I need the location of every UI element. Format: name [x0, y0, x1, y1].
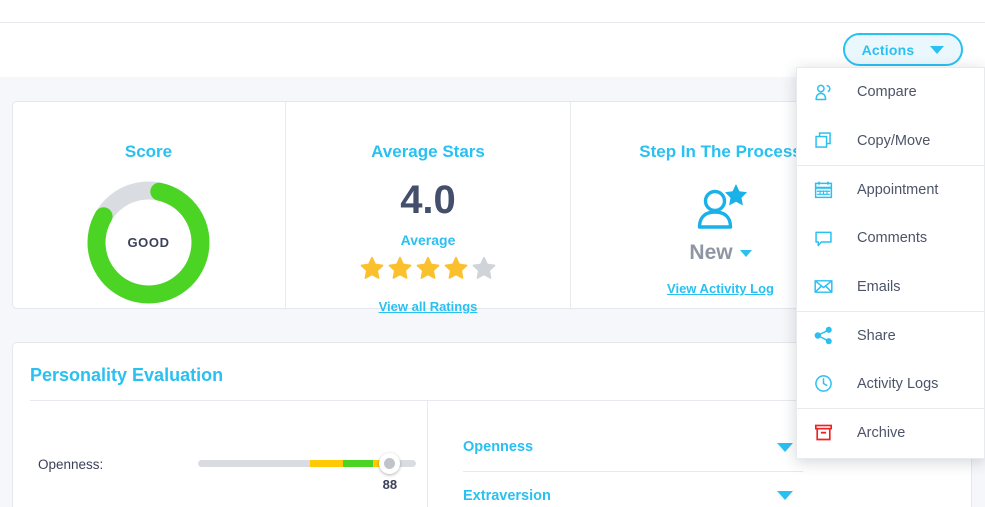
star-filled-icon [444, 256, 468, 279]
slider-label-openness: Openness: [38, 456, 104, 472]
score-value-label: GOOD [127, 235, 170, 250]
archive-box-icon [813, 421, 843, 445]
slider-thumb[interactable] [379, 453, 401, 474]
share-icon [813, 324, 843, 348]
slider-zone-yellow-low [310, 460, 343, 467]
top-divider-strip [0, 0, 985, 23]
actions-button[interactable]: Actions [843, 33, 963, 66]
slider-zone-green [343, 460, 373, 467]
compare-users-icon [813, 80, 843, 104]
comment-icon [813, 226, 843, 250]
menu-item-emails[interactable]: Emails [797, 262, 984, 311]
step-status-dropdown[interactable]: New [689, 241, 752, 265]
slider-row-openness: Openness: 88 [38, 449, 416, 492]
personality-evaluation-title: Personality Evaluation [30, 365, 224, 385]
menu-item-compare[interactable]: Compare [797, 68, 984, 117]
menu-item-label: Appointment [857, 181, 939, 198]
actions-button-label: Actions [861, 41, 915, 58]
triangle-down-icon [930, 45, 945, 54]
triangle-down-icon [739, 249, 752, 257]
menu-item-activity-logs[interactable]: Activity Logs [797, 359, 984, 409]
actions-dropdown-menu[interactable]: Compare Copy/Move Appointment Comments E… [796, 67, 985, 459]
star-empty-icon [472, 256, 496, 279]
star-filled-icon [388, 256, 412, 279]
calendar-icon [813, 178, 843, 202]
menu-item-label: Compare [857, 84, 917, 101]
divider [427, 401, 428, 507]
average-stars-value: 4.0 [400, 178, 456, 222]
menu-item-label: Emails [857, 278, 901, 295]
score-title: Score [124, 142, 173, 161]
chevron-down-icon [777, 442, 793, 452]
menu-item-label: Share [857, 327, 896, 344]
view-activity-log-link[interactable]: View Activity Log [667, 281, 774, 296]
score-donut: GOOD [81, 175, 216, 310]
menu-item-label: Copy/Move [857, 132, 931, 149]
view-all-ratings-link[interactable]: View all Ratings [379, 299, 478, 314]
copy-icon [813, 129, 843, 153]
score-column: Score GOOD [13, 102, 284, 310]
accordion-item-extraversion[interactable]: Extraversion [463, 471, 803, 507]
menu-item-copy-move[interactable]: Copy/Move [797, 116, 984, 166]
menu-item-label: Activity Logs [857, 375, 939, 392]
menu-item-label: Comments [857, 230, 928, 247]
accordion-label: Extraversion [463, 487, 551, 504]
menu-item-appointment[interactable]: Appointment [797, 165, 984, 214]
menu-item-comments[interactable]: Comments [797, 213, 984, 263]
step-status-label: New [689, 241, 733, 264]
envelope-icon [813, 275, 843, 299]
chevron-down-icon [777, 491, 793, 500]
menu-item-share[interactable]: Share [797, 310, 984, 360]
menu-item-label: Archive [857, 424, 906, 441]
accordion-label: Openness [463, 439, 534, 455]
page-root: Actions Score GOOD Average Stars 4.0 Ave… [0, 0, 985, 507]
clock-icon [813, 372, 843, 396]
average-stars-title: Average Stars [371, 142, 485, 161]
star-filled-icon [360, 256, 384, 279]
slider-openness[interactable]: 88 [198, 449, 416, 492]
star-filled-icon [416, 256, 440, 279]
accordion-item-openness[interactable]: Openness [463, 423, 803, 471]
user-star-icon [694, 182, 748, 237]
star-rating [360, 256, 496, 280]
average-stars-column: Average Stars 4.0 Average View all Ratin… [285, 102, 570, 314]
step-in-process-title: Step In The Process [639, 142, 802, 161]
average-stars-caption: Average [400, 232, 456, 248]
menu-item-archive[interactable]: Archive [797, 408, 984, 457]
slider-value-openness: 88 [382, 477, 398, 492]
